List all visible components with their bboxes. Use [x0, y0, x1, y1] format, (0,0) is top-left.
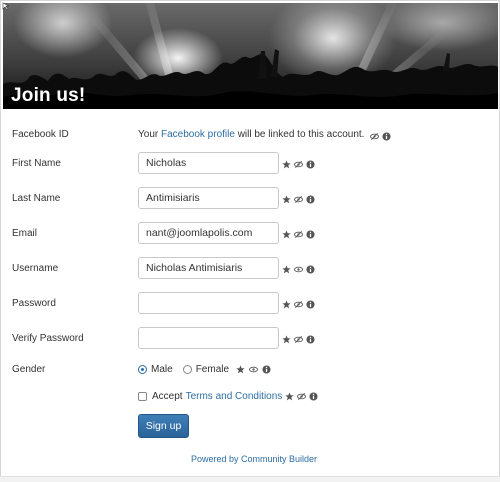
email-label: Email	[12, 228, 38, 239]
info-icon	[306, 264, 315, 274]
verify-password-label: Verify Password	[12, 333, 84, 344]
eye-slash-icon	[294, 300, 303, 309]
star-icon	[282, 194, 291, 204]
gender-female-label[interactable]: Female	[196, 364, 229, 375]
info-icon	[306, 229, 315, 239]
page-title: Join us!	[11, 85, 86, 106]
last-name-label: Last Name	[12, 193, 61, 204]
terms-link[interactable]: Terms and Conditions	[186, 391, 283, 402]
star-icon	[282, 159, 291, 169]
eye-icon	[249, 365, 259, 374]
username-label: Username	[12, 263, 59, 274]
last-name-field[interactable]: Antimisiaris	[138, 187, 279, 209]
email-field[interactable]: nant@joomlapolis.com	[138, 222, 279, 244]
facebook-id-label: Facebook ID	[12, 129, 69, 140]
star-icon	[282, 264, 291, 274]
info-icon	[262, 365, 271, 374]
info-icon	[306, 194, 315, 204]
facebook-prefix: Your	[138, 129, 161, 140]
password-field[interactable]	[138, 292, 279, 314]
gender-male-radio[interactable]	[138, 365, 147, 374]
star-icon	[282, 299, 291, 309]
info-icon	[306, 334, 315, 344]
eye-slash-icon	[294, 230, 303, 239]
first-name-field[interactable]: Nicholas	[138, 152, 279, 174]
terms-row: Accept Terms and Conditions	[138, 391, 318, 402]
facebook-profile-link[interactable]: Facebook profile	[161, 129, 235, 140]
accept-terms-checkbox[interactable]	[138, 392, 147, 401]
gender-label: Gender	[12, 364, 46, 375]
star-icon	[236, 365, 245, 374]
field-icons	[282, 333, 315, 345]
gender-male-label[interactable]: Male	[151, 364, 173, 375]
password-label: Password	[12, 298, 56, 309]
field-icons	[370, 130, 391, 142]
bottom-bar	[0, 476, 500, 482]
back-arrow-icon[interactable]	[2, 2, 12, 12]
eye-slash-icon	[294, 195, 303, 204]
field-icons	[282, 228, 315, 240]
facebook-suffix: will be linked to this account.	[234, 129, 365, 140]
info-icon	[382, 131, 391, 141]
info-icon	[306, 299, 315, 309]
powered-by-link[interactable]: Powered by Community Builder	[191, 454, 317, 464]
username-field[interactable]: Nicholas Antimisiaris	[138, 257, 279, 279]
eye-slash-icon	[370, 132, 379, 141]
accept-terms-label[interactable]: Accept	[152, 391, 183, 402]
star-icon	[282, 334, 291, 344]
verify-password-field[interactable]	[138, 327, 279, 349]
info-icon	[309, 392, 318, 401]
first-name-label: First Name	[12, 158, 61, 169]
registration-panel: Join us! Facebook ID Your Facebook profi…	[0, 0, 500, 481]
sign-up-button[interactable]: Sign up	[138, 414, 189, 438]
gender-female-radio[interactable]	[182, 365, 192, 374]
star-icon	[282, 229, 291, 239]
gender-options: Male Female	[138, 364, 271, 375]
field-icons	[282, 298, 315, 310]
eye-slash-icon	[294, 335, 303, 344]
eye-slash-icon	[297, 392, 307, 401]
field-icons	[282, 263, 315, 275]
facebook-link-text: Your Facebook profile will be linked to …	[138, 129, 364, 140]
field-icons	[282, 193, 315, 205]
field-icons	[282, 158, 315, 170]
eye-slash-icon	[294, 160, 303, 169]
header-banner: Join us!	[3, 3, 498, 109]
eye-icon	[294, 265, 303, 274]
star-icon	[285, 392, 294, 401]
info-icon	[306, 159, 315, 169]
